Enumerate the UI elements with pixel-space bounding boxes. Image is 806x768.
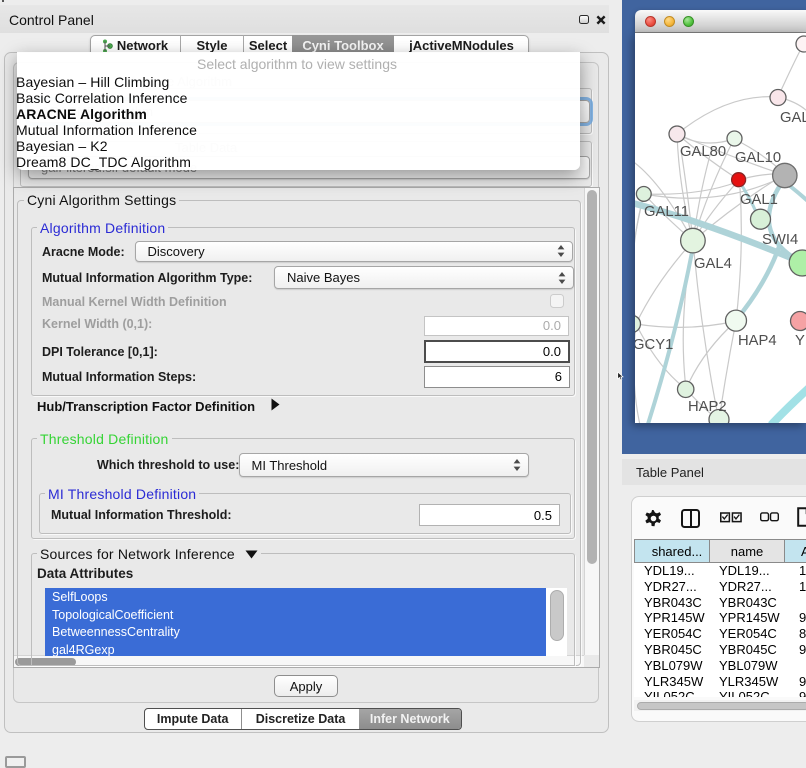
svg-text:GCY1: GCY1 [635,337,673,353]
svg-text:Y: Y [795,333,805,349]
svg-text:GAL11: GAL11 [644,204,689,220]
svg-text:GAL: GAL [780,110,806,126]
svg-text:GAL10: GAL10 [735,150,781,166]
svg-text:SWI4: SWI4 [762,232,798,248]
svg-text:GAL1: GAL1 [740,192,778,208]
svg-text:HAP4: HAP4 [738,333,777,349]
svg-text:HAP2: HAP2 [688,399,727,415]
svg-text:GAL80: GAL80 [680,144,726,160]
svg-text:GAL4: GAL4 [694,256,732,272]
